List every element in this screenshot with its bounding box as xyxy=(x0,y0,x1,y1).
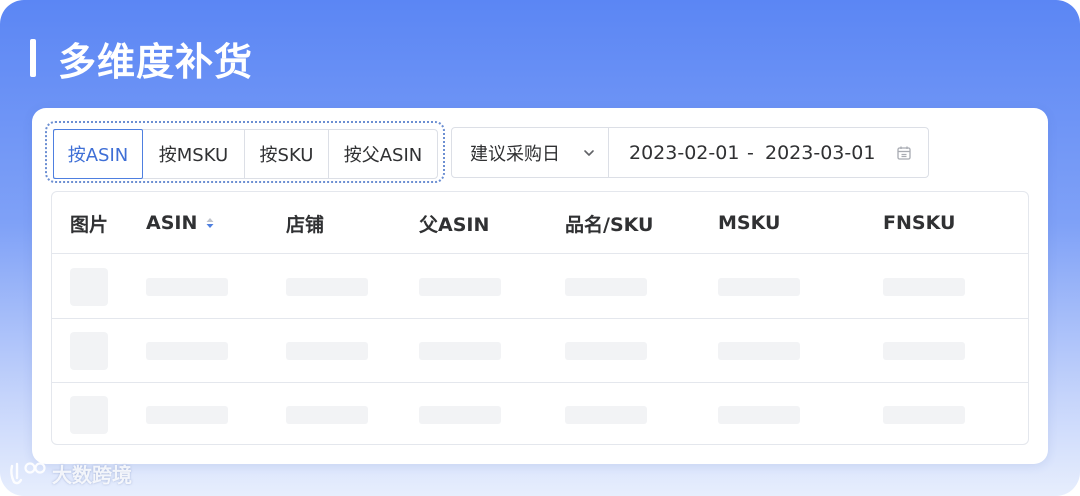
image-skeleton xyxy=(70,332,108,370)
cell-skeleton xyxy=(286,406,368,424)
title-accent-bar xyxy=(30,39,36,77)
column-header-asin[interactable]: ASIN xyxy=(146,192,215,254)
page-header: 多维度补货 xyxy=(30,36,253,84)
cell-skeleton xyxy=(146,342,228,360)
table-row-loading xyxy=(52,319,1028,383)
segment-by-msku[interactable]: 按MSKU xyxy=(143,130,245,178)
table-row-loading xyxy=(52,383,1028,444)
page-title: 多维度补货 xyxy=(58,39,254,84)
date-range-end[interactable]: 2023-03-01 xyxy=(765,142,875,164)
cell-skeleton xyxy=(146,278,228,296)
column-header-store: 店铺 xyxy=(286,213,325,236)
cell-skeleton xyxy=(146,406,228,424)
brand-watermark: 大数跨境 xyxy=(8,458,132,488)
page-background: 多维度补货 按ASIN 按MSKU 按SKU 按父ASIN 建议采购日 2023… xyxy=(0,0,1080,496)
image-skeleton xyxy=(70,396,108,434)
cell-skeleton xyxy=(565,342,647,360)
date-range-picker[interactable]: 2023-02-01 - 2023-03-01 xyxy=(608,127,929,178)
column-header-product-sku: 品名/SKU xyxy=(565,213,654,236)
watermark-text: 大数跨境 xyxy=(52,462,132,487)
date-range-separator: - xyxy=(747,141,754,164)
cell-skeleton xyxy=(718,406,800,424)
date-type-value: 建议采购日 xyxy=(470,143,560,165)
date-type-select[interactable]: 建议采购日 xyxy=(451,127,609,178)
calendar-icon xyxy=(897,146,911,160)
cell-skeleton xyxy=(718,342,800,360)
main-card: 按ASIN 按MSKU 按SKU 按父ASIN 建议采购日 2023-02-01… xyxy=(32,108,1048,464)
cell-skeleton xyxy=(883,278,965,296)
cell-skeleton xyxy=(419,342,501,360)
segment-by-sku[interactable]: 按SKU xyxy=(245,130,329,178)
dimension-segmented-control: 按ASIN 按MSKU 按SKU 按父ASIN xyxy=(53,129,438,179)
cell-skeleton xyxy=(419,278,501,296)
chevron-down-icon xyxy=(584,150,594,156)
image-skeleton xyxy=(70,268,108,306)
cell-skeleton xyxy=(565,278,647,296)
segment-by-asin[interactable]: 按ASIN xyxy=(53,129,143,179)
column-header-image: 图片 xyxy=(70,213,109,236)
column-header-parent-asin: 父ASIN xyxy=(419,213,490,236)
date-range-start[interactable]: 2023-02-01 xyxy=(629,142,739,164)
column-header-msku: MSKU xyxy=(718,212,781,234)
cell-skeleton xyxy=(883,342,965,360)
cell-skeleton xyxy=(286,278,368,296)
cell-skeleton xyxy=(565,406,647,424)
segment-by-parent-asin[interactable]: 按父ASIN xyxy=(329,130,437,178)
replenishment-table: 图片 ASIN 店铺 父ASIN 品名/SKU MSKU FNSKU xyxy=(51,191,1029,445)
brand-logo-icon xyxy=(10,462,46,485)
cell-skeleton xyxy=(718,278,800,296)
dimension-segment-highlight: 按ASIN 按MSKU 按SKU 按父ASIN xyxy=(45,121,445,183)
sort-caret-icon[interactable] xyxy=(205,216,215,230)
cell-skeleton xyxy=(419,406,501,424)
table-row-loading xyxy=(52,255,1028,319)
table-header: 图片 ASIN 店铺 父ASIN 品名/SKU MSKU FNSKU xyxy=(52,192,1028,254)
cell-skeleton xyxy=(883,406,965,424)
column-header-fnsku: FNSKU xyxy=(883,212,956,234)
cell-skeleton xyxy=(286,342,368,360)
